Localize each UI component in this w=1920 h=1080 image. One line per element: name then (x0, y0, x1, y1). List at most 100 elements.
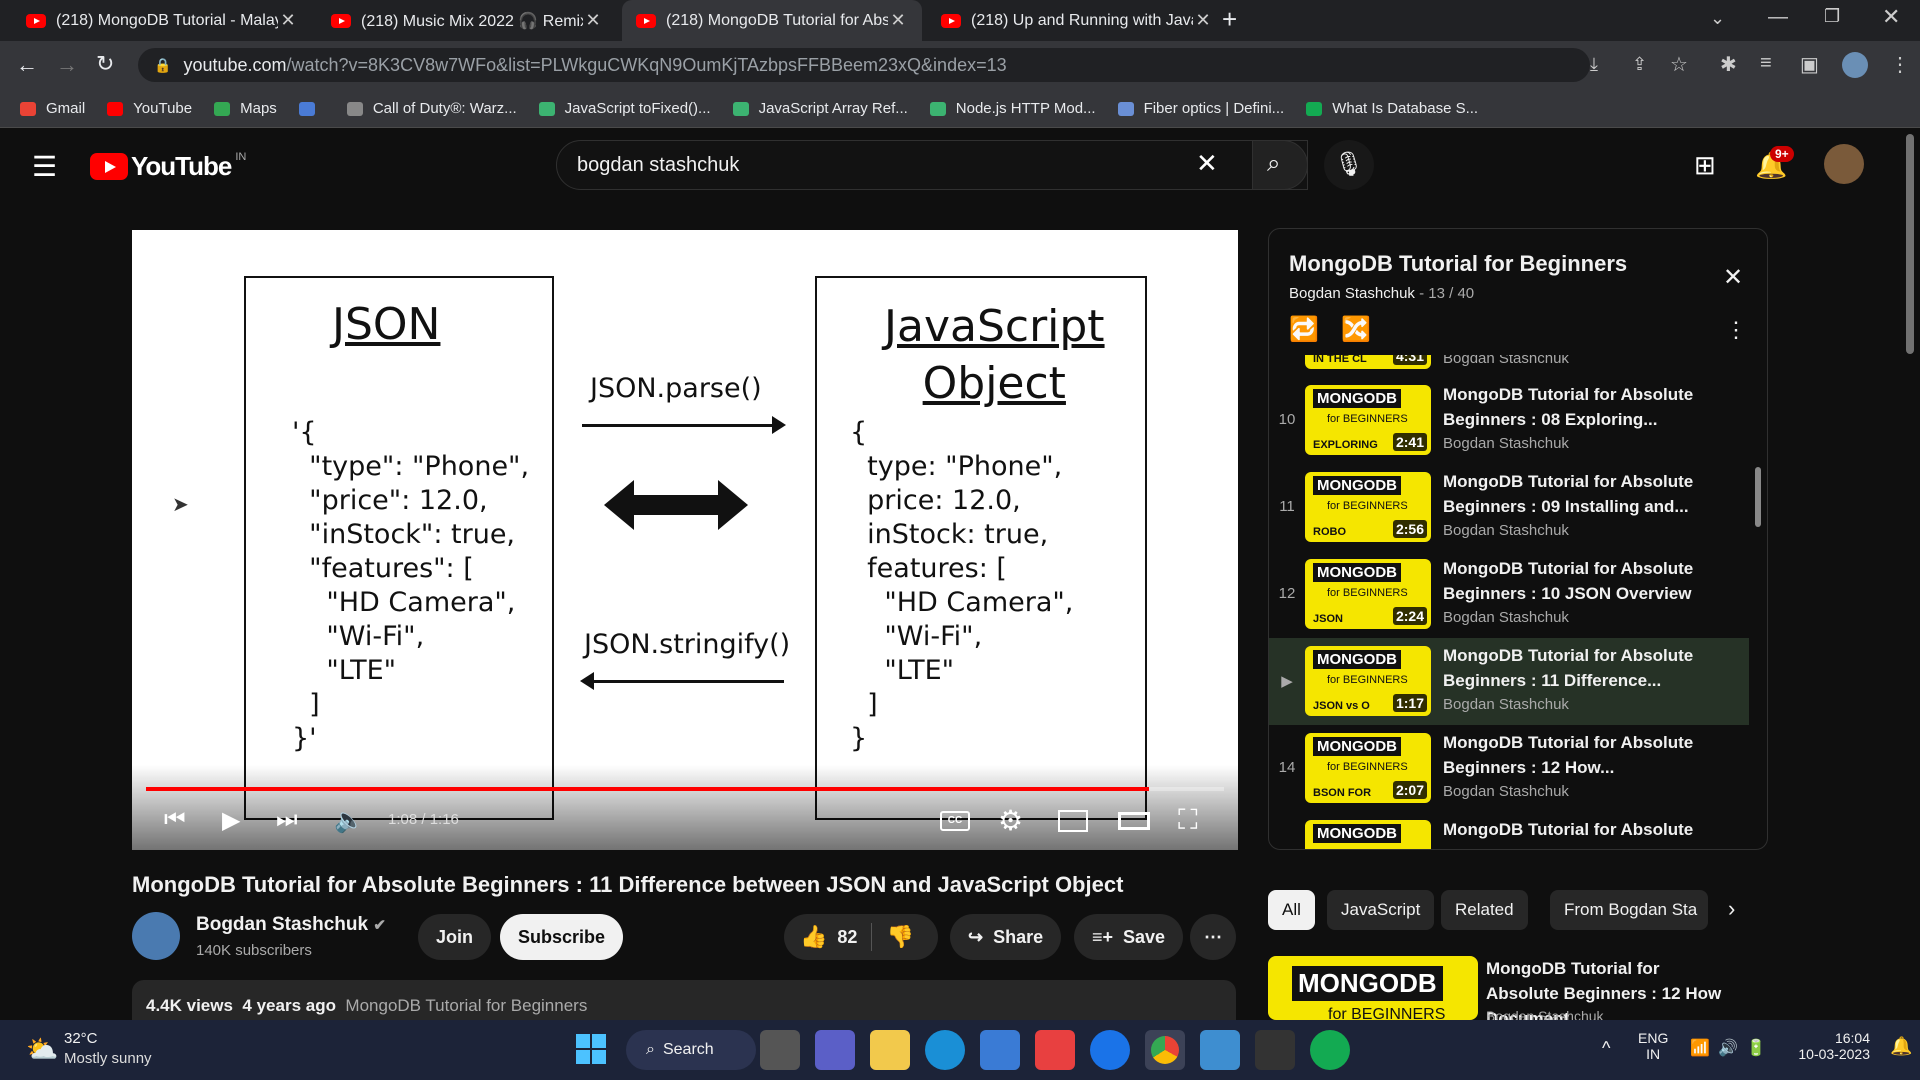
playlist-thumbnail[interactable]: MONGODB for BEGINNERS JSON 2:24 (1305, 559, 1431, 629)
page-scrollbar[interactable] (1906, 134, 1914, 354)
bookmark-item[interactable]: Call of Duty®: Warz... (346, 100, 517, 117)
browser-tab[interactable]: (218) MongoDB Tutorial - Malaya ✕ (12, 0, 312, 41)
bookmark-item[interactable]: JavaScript Array Ref... (732, 100, 908, 117)
tab-close-icon[interactable]: ✕ (278, 10, 298, 31)
speaker-icon[interactable]: 🔊 (1718, 1038, 1738, 1058)
next-icon[interactable]: ⏭ (276, 806, 298, 834)
like-icon[interactable]: 👍 (800, 924, 827, 950)
playlist-channel[interactable]: Bogdan Stashchuk (1289, 285, 1415, 302)
tab-close-icon[interactable]: ✕ (583, 10, 603, 31)
teams-icon[interactable] (815, 1030, 855, 1070)
volume-icon[interactable]: 🔈 (334, 806, 364, 835)
notepad-icon[interactable] (1200, 1030, 1240, 1070)
bookmark-item[interactable]: Maps (214, 100, 277, 117)
back-icon[interactable]: ← (16, 52, 38, 78)
create-video-icon[interactable]: ⊞ (1694, 150, 1716, 181)
taskbar-search[interactable]: ⌕ Search (626, 1030, 756, 1070)
file-explorer-icon[interactable] (870, 1030, 910, 1070)
recommended-channel[interactable]: Bogdan Stashchuk (1486, 1008, 1604, 1020)
start-button-icon[interactable] (576, 1034, 606, 1064)
playlist-thumbnail[interactable]: MONGODB for BEGINNERS JSON vs O 1:17 (1305, 646, 1431, 716)
profile-avatar[interactable] (1842, 52, 1868, 78)
save-button[interactable]: ≡+ Save (1074, 914, 1184, 960)
play-icon[interactable]: ▶ (222, 806, 240, 835)
miniplayer-icon[interactable] (1058, 810, 1088, 832)
like-count[interactable]: 82 (837, 927, 857, 948)
previous-icon[interactable]: ⏮ (164, 806, 186, 834)
playlist-item[interactable]: MONGODB MongoDB Tutorial for Absolute (1269, 812, 1749, 849)
bookmark-item[interactable] (298, 101, 325, 116)
bookmark-item[interactable]: Fiber optics | Defini... (1117, 100, 1284, 117)
playlist-item[interactable]: 10 MONGODB for BEGINNERS EXPLORING 2:41 Mongo… (1269, 377, 1749, 464)
join-button[interactable]: Join (418, 914, 492, 960)
url-bar[interactable]: 🔒 youtube.com/watch?v=8K3CV8w7WFo&list=P… (138, 48, 1590, 82)
browser-tab[interactable]: (218) Music Mix 2022 🎧 Remixe ✕ (317, 0, 617, 41)
task-view-icon[interactable] (760, 1030, 800, 1070)
search-button[interactable]: ⌕ (1252, 140, 1308, 190)
chrome-taskbar-icon[interactable] (1145, 1030, 1185, 1070)
more-actions-icon[interactable]: ⋯ (1190, 914, 1236, 960)
playlist-thumbnail[interactable]: MONGODB for BEGINNERS EXPLORING 2:41 (1305, 385, 1431, 455)
language-indicator[interactable]: ENG IN (1638, 1030, 1668, 1062)
filter-chip[interactable]: Related (1441, 890, 1528, 930)
playlist-item[interactable]: 14 MONGODB for BEGINNERS BSON FOR 2:07 MongoD… (1269, 725, 1749, 812)
media-icon[interactable]: ≡ (1760, 52, 1772, 75)
bookmark-star-icon[interactable]: ☆ (1670, 52, 1688, 77)
dislike-icon[interactable]: 👎 (886, 924, 913, 950)
close-playlist-icon[interactable]: ✕ (1723, 263, 1743, 292)
fullscreen-icon[interactable]: ⛶ (1178, 804, 1198, 837)
app-red-icon[interactable] (1035, 1030, 1075, 1070)
playlist-scrollbar[interactable] (1755, 467, 1761, 527)
playlist-title[interactable]: MongoDB Tutorial for Beginners (1289, 251, 1627, 277)
battery-icon[interactable]: 🔋 (1746, 1038, 1766, 1058)
mongodb-compass-icon[interactable] (1310, 1030, 1350, 1070)
bookmark-item[interactable]: What Is Database S... (1306, 100, 1478, 117)
edge-icon[interactable] (925, 1030, 965, 1070)
store-icon[interactable] (980, 1030, 1020, 1070)
wifi-icon[interactable]: 📶 (1690, 1038, 1710, 1058)
playlist-item[interactable]: MONGODBfor BEGINNERSIN THE CL4:31Bogdan … (1269, 355, 1749, 378)
weather-icon[interactable]: ⛅ (26, 1034, 58, 1065)
captions-icon[interactable]: CC (940, 811, 970, 831)
recommended-thumbnail[interactable]: MONGODB for BEGINNERS (1268, 956, 1478, 1020)
bookmark-item[interactable]: Node.js HTTP Mod... (929, 100, 1096, 117)
account-avatar[interactable] (1824, 144, 1864, 184)
notification-center-icon[interactable]: 🔔 (1890, 1036, 1912, 1057)
minimize-icon[interactable]: — (1768, 6, 1788, 29)
terminal-icon[interactable] (1255, 1030, 1295, 1070)
youtube-logo[interactable]: YouTube IN (90, 151, 246, 182)
playlist-thumbnail[interactable]: MONGODBfor BEGINNERSIN THE CL4:31 (1305, 355, 1431, 369)
hamburger-menu-icon[interactable]: ☰ (32, 150, 57, 183)
playlist-thumbnail[interactable]: MONGODB for BEGINNERS ROBO 2:56 (1305, 472, 1431, 542)
channel-avatar[interactable] (132, 912, 180, 960)
help-icon[interactable] (1090, 1030, 1130, 1070)
chips-next-icon[interactable]: › (1728, 896, 1735, 922)
bookmark-item[interactable]: JavaScript toFixed()... (538, 100, 711, 117)
tab-close-icon[interactable]: ✕ (888, 10, 908, 31)
tab-search-icon[interactable]: ⌄ (1710, 8, 1725, 29)
forward-icon[interactable]: → (56, 52, 78, 78)
share-page-icon[interactable]: ⇪ (1632, 54, 1647, 75)
loop-icon[interactable]: 🔁 (1289, 315, 1319, 344)
tab-close-icon[interactable]: ✕ (1193, 10, 1213, 31)
playlist-thumbnail[interactable]: MONGODB for BEGINNERS BSON FOR 2:07 (1305, 733, 1431, 803)
filter-chip[interactable]: From Bogdan Sta (1550, 890, 1708, 930)
video-player[interactable]: JSON '{ "type": "Phone", "price": 12.0, … (132, 230, 1238, 850)
restore-icon[interactable]: ❐ (1824, 6, 1840, 27)
clock[interactable]: 16:04 10-03-2023 (1790, 1030, 1870, 1062)
tray-chevron-icon[interactable]: ^ (1602, 1038, 1610, 1059)
playlist-thumbnail[interactable]: MONGODB (1305, 820, 1431, 849)
chrome-menu-icon[interactable]: ⋮ (1890, 52, 1910, 77)
channel-name[interactable]: Bogdan Stashchuk ✔ (196, 914, 386, 936)
playlist-link[interactable]: MongoDB Tutorial for Beginners (345, 996, 587, 1015)
playlist-menu-icon[interactable]: ⋮ (1725, 317, 1747, 343)
subscribe-button[interactable]: Subscribe (500, 914, 624, 960)
filter-chip[interactable]: All (1268, 890, 1315, 930)
playlist-item[interactable]: 12 MONGODB for BEGINNERS JSON 2:24 MongoDB Tu… (1269, 551, 1749, 638)
share-button[interactable]: ↪ Share (950, 914, 1062, 960)
reload-icon[interactable]: ↻ (96, 51, 114, 77)
extensions-icon[interactable]: ✱ (1720, 52, 1737, 77)
bookmark-item[interactable]: YouTube (107, 100, 192, 117)
clear-search-icon[interactable]: ✕ (1196, 148, 1218, 179)
bookmark-item[interactable]: Gmail (20, 100, 85, 117)
